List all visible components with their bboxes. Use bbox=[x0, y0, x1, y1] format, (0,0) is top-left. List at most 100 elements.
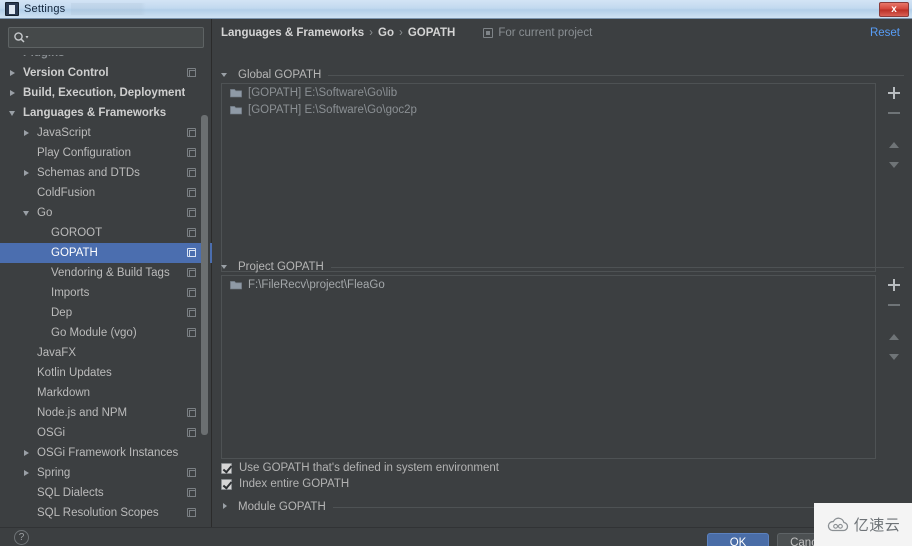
copy-settings-icon[interactable] bbox=[187, 208, 196, 217]
copy-settings-icon[interactable] bbox=[187, 488, 196, 497]
copy-settings-icon[interactable] bbox=[187, 68, 196, 77]
chevron-right-icon[interactable] bbox=[22, 128, 33, 139]
sidebar-item-label: SQL Dialects bbox=[37, 487, 104, 499]
tree-arrow-spacer bbox=[22, 408, 33, 419]
move-down-project-gopath-button[interactable] bbox=[884, 347, 904, 367]
sidebar-item-play-configuration[interactable]: Play Configuration bbox=[0, 143, 212, 163]
sidebar-item-schemas-and-dtds[interactable]: Schemas and DTDs bbox=[0, 163, 212, 183]
chevron-right-icon[interactable] bbox=[8, 68, 19, 79]
help-icon[interactable]: ? bbox=[14, 530, 29, 545]
chevron-right-icon[interactable] bbox=[8, 88, 19, 99]
copy-settings-icon[interactable] bbox=[187, 248, 196, 257]
search-input[interactable] bbox=[8, 27, 204, 48]
tree-arrow-spacer bbox=[36, 268, 47, 279]
tree-arrow-spacer bbox=[22, 488, 33, 499]
breadcrumb-item-0[interactable]: Languages & Frameworks bbox=[221, 27, 364, 39]
project-gopath-list[interactable]: F:\FileRecv\project\FleaGo bbox=[221, 275, 876, 459]
use-system-gopath-checkbox-row[interactable]: Use GOPATH that's defined in system envi… bbox=[221, 462, 499, 474]
titlebar-background-blur bbox=[71, 3, 873, 15]
copy-settings-icon[interactable] bbox=[187, 228, 196, 237]
sidebar-scrollbar-thumb[interactable] bbox=[201, 115, 208, 435]
use-system-gopath-checkbox[interactable] bbox=[221, 462, 232, 474]
chevron-right-icon[interactable] bbox=[22, 468, 33, 479]
breadcrumb-item-1[interactable]: Go bbox=[378, 27, 394, 39]
sidebar-item-vendoring-build-tags[interactable]: Vendoring & Build Tags bbox=[0, 263, 212, 283]
sidebar-item-go[interactable]: Go bbox=[0, 203, 212, 223]
sidebar-item-goroot[interactable]: GOROOT bbox=[0, 223, 212, 243]
copy-settings-icon[interactable] bbox=[187, 288, 196, 297]
remove-project-gopath-button[interactable] bbox=[884, 295, 904, 315]
chevron-down-icon[interactable] bbox=[8, 108, 19, 119]
move-up-project-gopath-button[interactable] bbox=[884, 327, 904, 347]
sidebar-item-kotlin-updates[interactable]: Kotlin Updates bbox=[0, 363, 212, 383]
sidebar-item-spring[interactable]: Spring bbox=[0, 463, 212, 483]
sidebar-item-imports[interactable]: Imports bbox=[0, 283, 212, 303]
sidebar-item-coldfusion[interactable]: ColdFusion bbox=[0, 183, 212, 203]
project-gopath-toolbar bbox=[883, 275, 905, 367]
global-gopath-section-header[interactable]: Global GOPATH bbox=[221, 69, 904, 81]
global-gopath-list[interactable]: [GOPATH] E:\Software\Go\lib [GOPATH] E:\S… bbox=[221, 83, 876, 272]
breadcrumb-separator-1: › bbox=[398, 27, 403, 39]
sidebar-item-go-module-vgo[interactable]: Go Module (vgo) bbox=[0, 323, 212, 343]
chevron-right-icon[interactable] bbox=[22, 168, 33, 179]
ok-button[interactable]: OK bbox=[707, 533, 769, 546]
index-entire-gopath-checkbox[interactable] bbox=[221, 478, 232, 490]
gopath-entry-row[interactable]: [GOPATH] E:\Software\Go\goc2p bbox=[222, 101, 875, 118]
copy-settings-icon[interactable] bbox=[187, 268, 196, 277]
project-gopath-section-header[interactable]: Project GOPATH bbox=[221, 261, 904, 273]
chevron-down-icon[interactable] bbox=[22, 208, 33, 219]
sidebar-item-sql-dialects[interactable]: SQL Dialects bbox=[0, 483, 212, 503]
close-window-button[interactable]: x bbox=[879, 1, 909, 17]
copy-settings-icon[interactable] bbox=[187, 428, 196, 437]
module-gopath-expand-icon[interactable] bbox=[221, 502, 231, 512]
sidebar-item-label: Dep bbox=[51, 307, 73, 319]
reset-link[interactable]: Reset bbox=[870, 27, 900, 39]
breadcrumb-item-2: GOPATH bbox=[407, 27, 456, 39]
copy-settings-icon[interactable] bbox=[187, 508, 196, 517]
sidebar-item-label: Kotlin Updates bbox=[37, 367, 112, 379]
move-up-global-gopath-button[interactable] bbox=[884, 135, 904, 155]
module-gopath-section-header[interactable]: Module GOPATH bbox=[221, 501, 904, 513]
gopath-entry-row[interactable]: [GOPATH] E:\Software\Go\lib bbox=[222, 84, 875, 101]
copy-settings-icon[interactable] bbox=[187, 128, 196, 137]
copy-settings-icon[interactable] bbox=[187, 308, 196, 317]
sidebar-item-label: OSGi bbox=[37, 427, 66, 439]
sidebar-item-sql-resolution-scopes[interactable]: SQL Resolution Scopes bbox=[0, 503, 212, 523]
sidebar-item-javascript[interactable]: JavaScript bbox=[0, 123, 212, 143]
sidebar-item-gopath[interactable]: GOPATH bbox=[0, 243, 212, 263]
copy-settings-icon[interactable] bbox=[187, 468, 196, 477]
gopath-entry-row[interactable]: F:\FileRecv\project\FleaGo bbox=[222, 276, 875, 293]
index-entire-gopath-checkbox-row[interactable]: Index entire GOPATH bbox=[221, 478, 349, 490]
copy-settings-icon[interactable] bbox=[187, 148, 196, 157]
project-gopath-collapse-icon[interactable] bbox=[221, 262, 231, 272]
sidebar-item-plugins[interactable]: Plugins bbox=[0, 55, 212, 63]
sidebar-item-osgi[interactable]: OSGi bbox=[0, 423, 212, 443]
copy-settings-icon[interactable] bbox=[187, 188, 196, 197]
sidebar-item-javafx[interactable]: JavaFX bbox=[0, 343, 212, 363]
tree-arrow-spacer bbox=[22, 508, 33, 519]
sidebar-item-label: Build, Execution, Deployment bbox=[23, 87, 186, 99]
add-global-gopath-button[interactable] bbox=[884, 83, 904, 103]
copy-settings-icon[interactable] bbox=[187, 408, 196, 417]
sidebar-item-node-js-and-npm[interactable]: Node.js and NPM bbox=[0, 403, 212, 423]
settings-tree-scroll-area: Plugins Version Control Build, Execution, … bbox=[0, 55, 212, 537]
move-down-global-gopath-button[interactable] bbox=[884, 155, 904, 175]
tree-arrow-spacer bbox=[36, 288, 47, 299]
sidebar-scrollbar-track[interactable] bbox=[201, 55, 210, 537]
global-gopath-collapse-icon[interactable] bbox=[221, 70, 231, 80]
sidebar-item-osgi-framework-instances[interactable]: OSGi Framework Instances bbox=[0, 443, 212, 463]
for-current-project-label: For current project bbox=[498, 27, 593, 39]
tree-arrow-spacer bbox=[22, 148, 33, 159]
add-project-gopath-button[interactable] bbox=[884, 275, 904, 295]
copy-settings-icon[interactable] bbox=[187, 168, 196, 177]
sidebar-item-markdown[interactable]: Markdown bbox=[0, 383, 212, 403]
sidebar-item-languages-frameworks[interactable]: Languages & Frameworks bbox=[0, 103, 212, 123]
sidebar-item-dep[interactable]: Dep bbox=[0, 303, 212, 323]
watermark: 亿速云 bbox=[814, 503, 912, 546]
sidebar-item-version-control[interactable]: Version Control bbox=[0, 63, 212, 83]
sidebar-item-build-execution-deployment[interactable]: Build, Execution, Deployment bbox=[0, 83, 212, 103]
chevron-right-icon[interactable] bbox=[22, 448, 33, 459]
settings-window-icon bbox=[5, 2, 19, 16]
remove-global-gopath-button[interactable] bbox=[884, 103, 904, 123]
copy-settings-icon[interactable] bbox=[187, 328, 196, 337]
